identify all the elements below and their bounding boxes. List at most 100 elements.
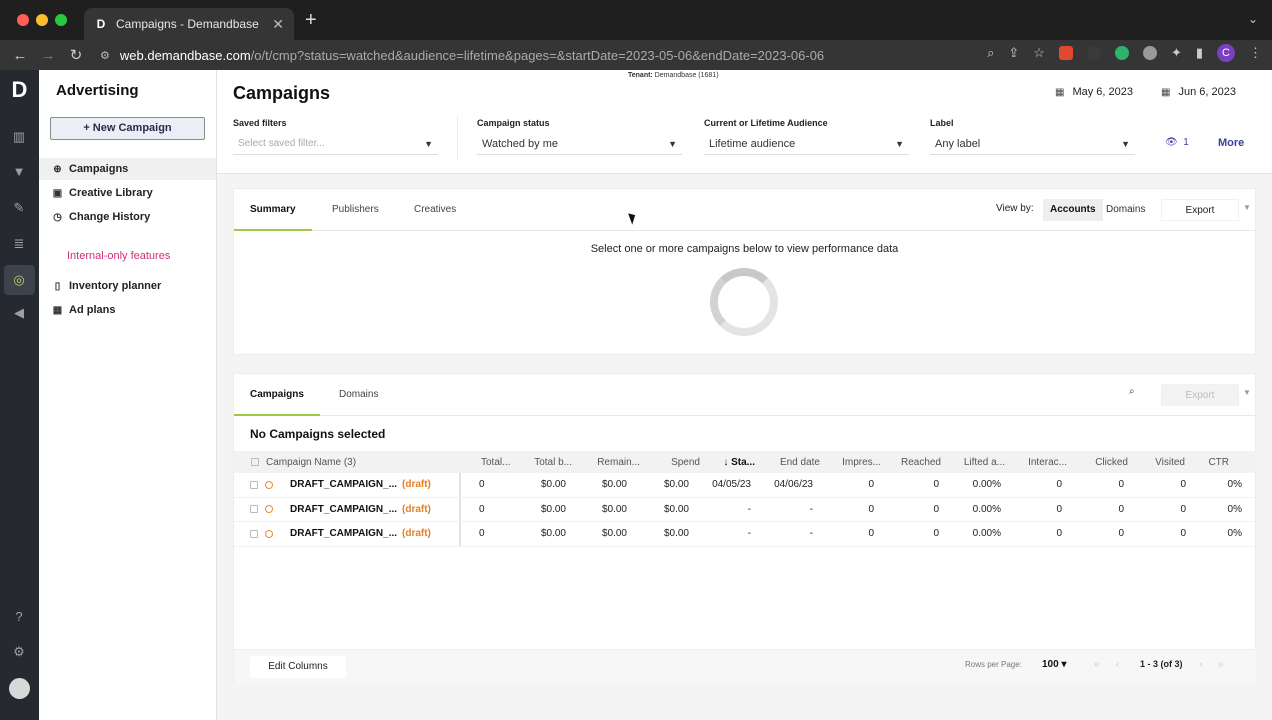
reload-icon[interactable]: ↻ [62, 46, 90, 64]
tab-summary[interactable]: Summary [234, 189, 312, 231]
tab-campaigns[interactable]: Campaigns [234, 374, 320, 416]
column-header[interactable]: Total b... [511, 457, 576, 468]
column-header[interactable]: CTR [1189, 457, 1233, 468]
back-arrow-icon[interactable]: ← [6, 47, 34, 64]
tab-domains[interactable]: Domains [323, 374, 394, 416]
analytics-bar-icon[interactable]: ▥ [10, 128, 28, 146]
column-header[interactable]: Interac... [1009, 457, 1071, 468]
profile-avatar[interactable]: C [1217, 44, 1235, 62]
tools-icon[interactable]: ✎ [10, 199, 28, 217]
status-circle-icon [265, 505, 273, 514]
user-avatar[interactable] [9, 678, 30, 699]
settings-gear-icon[interactable]: ⚙ [10, 643, 28, 661]
sidebar-item-creative-library[interactable]: ▣ Creative Library [39, 182, 216, 204]
new-campaign-button[interactable]: + New Campaign [50, 117, 205, 140]
column-header[interactable]: Clicked [1071, 457, 1132, 468]
select-all-checkbox[interactable] [251, 458, 259, 466]
tab-search-chevron-icon[interactable]: ⌄ [1248, 12, 1258, 26]
saved-filters-select[interactable]: Saved filters Select saved filter... ▼ [233, 118, 438, 155]
tab-publishers[interactable]: Publishers [316, 189, 395, 231]
loading-spinner-icon [710, 268, 778, 336]
row-checkbox[interactable] [250, 529, 258, 538]
sidebar-item-change-history[interactable]: ◷ Change History [39, 206, 216, 228]
more-filters-button[interactable]: More [1218, 137, 1244, 149]
calendar-icon: ▦ [1161, 86, 1171, 98]
column-header[interactable]: Remain... [576, 457, 644, 468]
campaign-name-link[interactable]: DRAFT_CAMPAIGN_... [290, 528, 402, 539]
prev-page-icon[interactable]: ‹ [1116, 659, 1119, 670]
window-zoom-button[interactable] [55, 14, 67, 26]
sidebar-item-inventory-planner[interactable]: ▯ Inventory planner [39, 275, 216, 297]
browser-tab[interactable]: D Campaigns - Demandbase ✕ [84, 8, 294, 40]
label-select[interactable]: Label Any label ▼ [930, 118, 1135, 155]
extensions-puzzle-icon[interactable]: ✦ [1171, 45, 1182, 61]
zoom-icon[interactable]: ⌕ [987, 45, 994, 61]
share-icon[interactable]: ⇪ [1008, 45, 1019, 61]
table-row[interactable]: DRAFT_CAMPAIGN_... (draft) 0 $0.00 $0.00… [234, 522, 1256, 547]
column-header[interactable]: End date [759, 457, 824, 468]
column-header-sorted[interactable]: ↓ Sta... [704, 457, 759, 468]
column-header[interactable]: Spend [644, 457, 704, 468]
megaphone-icon[interactable]: ◀ [10, 304, 28, 322]
draft-status: (draft) [402, 479, 431, 491]
site-info-icon[interactable]: ⚙ [100, 49, 110, 62]
summary-export-button[interactable]: Export [1161, 199, 1239, 221]
column-header[interactable]: Campaign Name (3) [266, 457, 356, 468]
campaign-status-select[interactable]: Campaign status Watched by me ▼ [477, 118, 682, 155]
sidebar-item-ad-plans[interactable]: ▦ Ad plans [39, 299, 216, 321]
browser-toolbar: ← → ↻ ⚙ web.demandbase.com /o/t/cmp?stat… [0, 40, 1272, 70]
audience-select[interactable]: Current or Lifetime Audience Lifetime au… [704, 118, 909, 155]
status-circle-icon [265, 529, 273, 538]
column-header[interactable]: Lifted a... [945, 457, 1009, 468]
campaign-name-link[interactable]: DRAFT_CAMPAIGN_... [290, 504, 402, 515]
end-date-picker[interactable]: ▦ Jun 6, 2023 [1161, 82, 1236, 102]
tab-close-icon[interactable]: ✕ [272, 16, 284, 33]
address-bar[interactable]: ⚙ web.demandbase.com /o/t/cmp?status=wat… [100, 44, 980, 66]
watch-toggle[interactable]: 👁 1 [1165, 137, 1189, 148]
column-header[interactable]: Total... [481, 457, 511, 468]
globe-icon: ⊕ [53, 163, 62, 175]
search-icon[interactable]: ⌕ [1129, 386, 1135, 397]
last-page-icon[interactable]: » [1218, 659, 1224, 670]
sidepanel-icon[interactable]: ▮ [1196, 45, 1203, 61]
row-checkbox[interactable] [250, 480, 258, 489]
column-header[interactable]: Visited [1132, 457, 1189, 468]
tab-creatives[interactable]: Creatives [398, 189, 472, 231]
edit-columns-button[interactable]: Edit Columns [250, 656, 346, 678]
export-options-caret-icon[interactable]: ▼ [1243, 203, 1251, 212]
summary-tabs: Summary Publishers Creatives View by: Ac… [234, 189, 1255, 231]
url-path: /o/t/cmp?status=watched&audience=lifetim… [250, 47, 825, 63]
window-close-button[interactable] [17, 14, 29, 26]
bookmark-star-icon[interactable]: ☆ [1033, 45, 1045, 61]
table-row[interactable]: DRAFT_CAMPAIGN_... (draft) 0 $0.00 $0.00… [234, 473, 1256, 498]
section-title: Advertising [56, 82, 139, 99]
next-page-icon[interactable]: › [1199, 659, 1202, 670]
browser-menu-icon[interactable]: ⋮ [1249, 45, 1262, 61]
campaign-name-link[interactable]: DRAFT_CAMPAIGN_... [290, 479, 402, 490]
extension-red-icon[interactable] [1058, 46, 1073, 60]
window-minimize-button[interactable] [36, 14, 48, 26]
extension-grey-icon[interactable] [1142, 46, 1157, 60]
phone-icon: ▯ [54, 280, 61, 292]
database-icon[interactable]: ≣ [10, 235, 28, 253]
sidebar-item-campaigns[interactable]: ⊕ Campaigns [39, 158, 216, 180]
extension-dark-icon[interactable] [1086, 46, 1101, 60]
table-row[interactable]: DRAFT_CAMPAIGN_... (draft) 0 $0.00 $0.00… [234, 497, 1256, 522]
column-header[interactable]: Reached [885, 457, 945, 468]
funnel-icon[interactable]: ▼ [10, 163, 28, 181]
view-by-accounts[interactable]: Accounts [1043, 199, 1103, 221]
target-icon[interactable]: ◎ [10, 271, 28, 289]
row-checkbox[interactable] [250, 505, 258, 514]
help-icon[interactable]: ? [10, 608, 28, 626]
campaigns-export-button[interactable]: Export [1161, 384, 1239, 406]
first-page-icon[interactable]: « [1094, 659, 1100, 670]
forward-arrow-icon[interactable]: → [34, 47, 62, 64]
column-header[interactable]: Impres... [824, 457, 885, 468]
extension-green-icon[interactable] [1114, 46, 1129, 60]
export-options-caret-icon[interactable]: ▼ [1243, 388, 1251, 397]
new-tab-plus-icon[interactable]: + [305, 10, 317, 30]
start-date-picker[interactable]: ▦ May 6, 2023 [1055, 82, 1133, 102]
demandbase-logo[interactable]: D [0, 70, 39, 110]
view-by-domains[interactable]: Domains [1099, 199, 1152, 221]
rows-per-page-select[interactable]: 100 ▾ [1042, 659, 1067, 670]
